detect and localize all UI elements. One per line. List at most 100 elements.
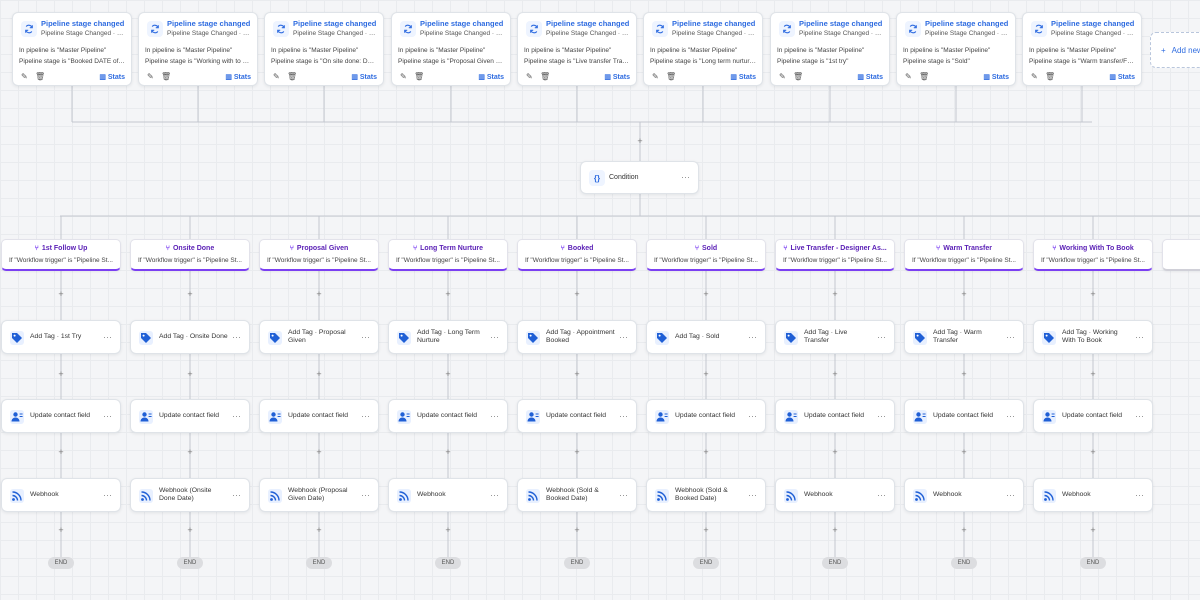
more-icon[interactable]: ··· [1135, 490, 1144, 500]
add-step-button[interactable]: + [56, 289, 66, 299]
add-step-button[interactable]: + [959, 525, 969, 535]
add-step-button[interactable]: + [1088, 447, 1098, 457]
branch-header[interactable]: ⑂ Long Term Nurture If "Workflow trigger" … [388, 239, 508, 271]
stats-button[interactable]: ▥ Stats [730, 73, 756, 81]
trigger-card[interactable]: Pipeline stage changed Pipeline Stage Cha… [12, 12, 132, 86]
stats-button[interactable]: ▥ Stats [99, 73, 125, 81]
add-step-button[interactable]: + [830, 369, 840, 379]
branch-header[interactable]: ⑂ Sold If "Workflow trigger" is "Pipeline … [646, 239, 766, 271]
webhook-action[interactable]: Webhook (Onsite Done Date) ··· [130, 478, 250, 512]
add-step-button[interactable]: + [443, 369, 453, 379]
more-icon[interactable]: ··· [232, 490, 241, 500]
webhook-action[interactable]: Webhook ··· [1, 478, 121, 512]
add-step-button[interactable]: + [959, 369, 969, 379]
add-step-button[interactable]: + [314, 525, 324, 535]
branch-header-none[interactable]: When none... [1162, 239, 1200, 271]
branch-header[interactable]: ⑂ 1st Follow Up If "Workflow trigger" is "… [1, 239, 121, 271]
update-contact-field-action[interactable]: Update contact field ··· [130, 399, 250, 433]
more-icon[interactable]: ··· [361, 490, 370, 500]
add-step-button[interactable]: + [959, 289, 969, 299]
add-trigger-button[interactable]: + Add new [1150, 32, 1200, 68]
add-step-button[interactable]: + [185, 525, 195, 535]
add-step-button[interactable]: + [572, 369, 582, 379]
trigger-card[interactable]: Pipeline stage changed Pipeline Stage Cha… [264, 12, 384, 86]
add-tag-action[interactable]: Add Tag · Onsite Done ··· [130, 320, 250, 354]
branch-header[interactable]: ⑂ Onsite Done If "Workflow trigger" is "Pi… [130, 239, 250, 271]
stats-button[interactable]: ▥ Stats [1109, 73, 1135, 81]
add-step-button[interactable]: + [701, 525, 711, 535]
trash-icon[interactable]: 🗑 [540, 72, 550, 81]
more-icon[interactable]: ··· [877, 411, 886, 421]
add-step-button[interactable]: + [701, 289, 711, 299]
trash-icon[interactable]: 🗑 [287, 72, 297, 81]
branch-header[interactable]: ⑂ Proposal Given If "Workflow trigger" is … [259, 239, 379, 271]
more-icon[interactable]: ··· [877, 332, 886, 342]
condition-node[interactable]: {} Condition ··· [580, 161, 699, 194]
add-step-button[interactable]: + [572, 525, 582, 535]
more-icon[interactable]: ··· [681, 172, 690, 182]
update-contact-field-action[interactable]: Update contact field ··· [646, 399, 766, 433]
more-icon[interactable]: ··· [490, 490, 499, 500]
stats-button[interactable]: ▥ Stats [351, 73, 377, 81]
add-tag-action[interactable]: Add Tag · Long Term Nurture ··· [388, 320, 508, 354]
stats-button[interactable]: ▥ Stats [604, 73, 630, 81]
more-icon[interactable]: ··· [103, 490, 112, 500]
stats-button[interactable]: ▥ Stats [225, 73, 251, 81]
webhook-action[interactable]: Webhook ··· [1033, 478, 1153, 512]
trigger-card[interactable]: Pipeline stage changed Pipeline Stage Cha… [391, 12, 511, 86]
more-icon[interactable]: ··· [1135, 411, 1144, 421]
trigger-card[interactable]: Pipeline stage changed Pipeline Stage Cha… [896, 12, 1016, 86]
add-tag-action[interactable]: Add Tag · Sold ··· [646, 320, 766, 354]
add-step-button[interactable]: + [701, 369, 711, 379]
more-icon[interactable]: ··· [748, 411, 757, 421]
edit-icon[interactable]: ✎ [526, 72, 533, 81]
add-step-button[interactable]: + [572, 447, 582, 457]
branch-header[interactable]: ⑂ Booked If "Workflow trigger" is "Pipelin… [517, 239, 637, 271]
stats-button[interactable]: ▥ Stats [983, 73, 1009, 81]
add-step-button[interactable]: + [635, 136, 645, 146]
workflow-canvas[interactable]: Pipeline stage changed Pipeline Stage Cha… [0, 0, 1200, 600]
stats-button[interactable]: ▥ Stats [478, 73, 504, 81]
update-contact-field-action[interactable]: Update contact field ··· [1, 399, 121, 433]
trash-icon[interactable]: 🗑 [793, 72, 803, 81]
branch-header[interactable]: ⑂ Live Transfer - Designer As... If "Workf… [775, 239, 895, 271]
add-tag-action[interactable]: Add Tag · Working With To Book ··· [1033, 320, 1153, 354]
add-step-button[interactable]: + [185, 289, 195, 299]
more-icon[interactable]: ··· [1135, 332, 1144, 342]
trash-icon[interactable]: 🗑 [414, 72, 424, 81]
trigger-card[interactable]: Pipeline stage changed Pipeline Stage Cha… [517, 12, 637, 86]
add-step-button[interactable]: + [572, 289, 582, 299]
trigger-card[interactable]: Pipeline stage changed Pipeline Stage Cha… [138, 12, 258, 86]
update-contact-field-action[interactable]: Update contact field ··· [775, 399, 895, 433]
edit-icon[interactable]: ✎ [147, 72, 154, 81]
add-step-button[interactable]: + [443, 447, 453, 457]
add-tag-action[interactable]: Add Tag · Live Transfer ··· [775, 320, 895, 354]
webhook-action[interactable]: Webhook (Sold & Booked Date) ··· [646, 478, 766, 512]
trash-icon[interactable]: 🗑 [161, 72, 171, 81]
webhook-action[interactable]: Webhook ··· [388, 478, 508, 512]
add-tag-action[interactable]: Add Tag · Appointment Booked ··· [517, 320, 637, 354]
more-icon[interactable]: ··· [619, 490, 628, 500]
more-icon[interactable]: ··· [232, 411, 241, 421]
trash-icon[interactable]: 🗑 [35, 72, 45, 81]
add-step-button[interactable]: + [1088, 369, 1098, 379]
add-step-button[interactable]: + [314, 289, 324, 299]
more-icon[interactable]: ··· [619, 332, 628, 342]
more-icon[interactable]: ··· [232, 332, 241, 342]
add-step-button[interactable]: + [830, 447, 840, 457]
trash-icon[interactable]: 🗑 [1045, 72, 1055, 81]
update-contact-field-action[interactable]: Update contact field ··· [259, 399, 379, 433]
trigger-card[interactable]: Pipeline stage changed Pipeline Stage Cha… [643, 12, 763, 86]
edit-icon[interactable]: ✎ [273, 72, 280, 81]
edit-icon[interactable]: ✎ [779, 72, 786, 81]
add-step-button[interactable]: + [1088, 525, 1098, 535]
trash-icon[interactable]: 🗑 [919, 72, 929, 81]
edit-icon[interactable]: ✎ [652, 72, 659, 81]
add-step-button[interactable]: + [1088, 289, 1098, 299]
edit-icon[interactable]: ✎ [21, 72, 28, 81]
more-icon[interactable]: ··· [103, 332, 112, 342]
trigger-card[interactable]: Pipeline stage changed Pipeline Stage Cha… [1022, 12, 1142, 86]
update-contact-field-action[interactable]: Update contact field ··· [388, 399, 508, 433]
add-step-button[interactable]: + [443, 289, 453, 299]
more-icon[interactable]: ··· [619, 411, 628, 421]
